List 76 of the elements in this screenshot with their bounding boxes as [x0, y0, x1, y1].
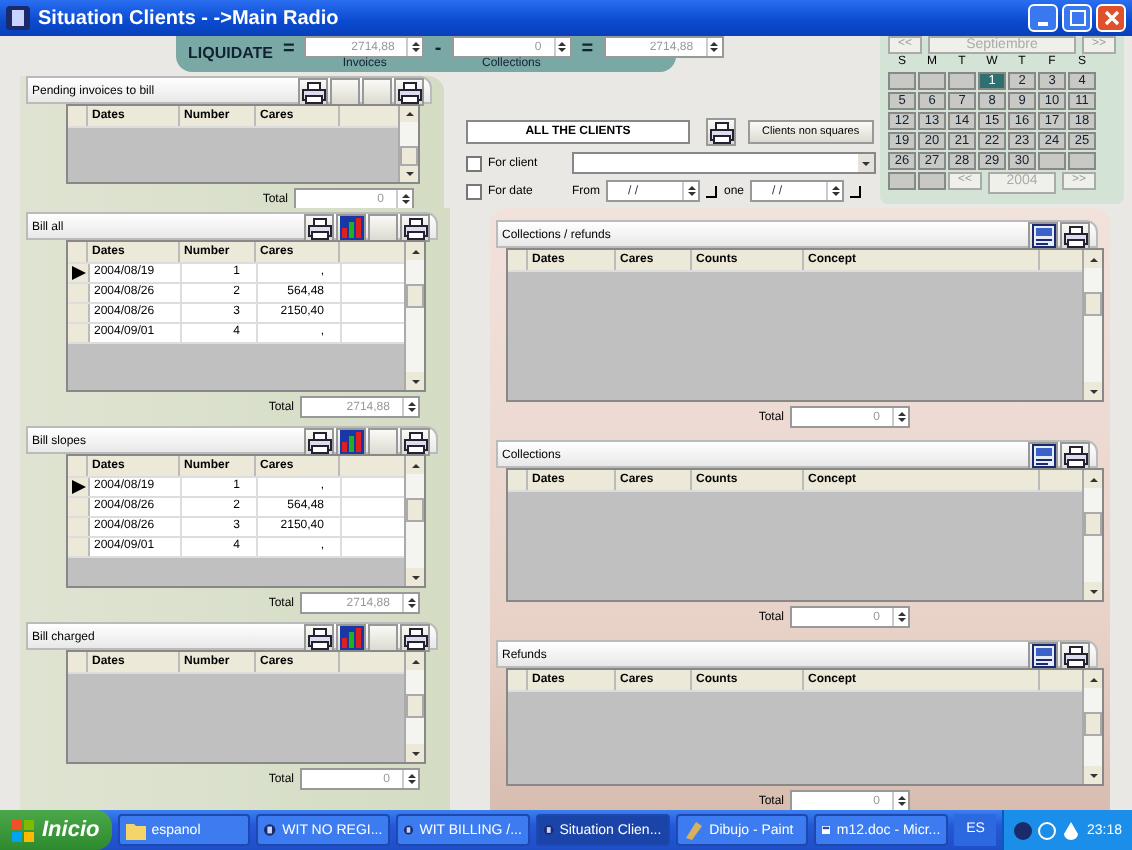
app-icon: [404, 820, 414, 840]
printer-icon: [307, 431, 331, 453]
print-button[interactable]: [304, 624, 334, 652]
scrollbar[interactable]: [1082, 470, 1102, 600]
scrollbar[interactable]: [404, 456, 424, 586]
printer-icon: [307, 217, 331, 239]
print-button[interactable]: [304, 214, 334, 242]
paint-icon: [683, 820, 704, 840]
print-button[interactable]: [394, 78, 424, 106]
export-button[interactable]: [1028, 222, 1058, 250]
document-icon: [822, 820, 831, 840]
printer-icon: [403, 217, 427, 239]
spinner[interactable]: [553, 38, 570, 56]
app-icon: [264, 820, 277, 840]
print-button[interactable]: [298, 78, 328, 106]
print-button[interactable]: [1060, 442, 1090, 470]
drop-icon[interactable]: [1062, 821, 1081, 839]
scrollbar[interactable]: [398, 106, 418, 182]
printer-icon: [403, 627, 427, 649]
close-icon: [1103, 10, 1119, 26]
spinner[interactable]: [402, 594, 418, 612]
document-icon: [1031, 444, 1055, 468]
printer-icon: [709, 121, 733, 143]
spinner[interactable]: [402, 398, 418, 416]
scrollbar[interactable]: [1082, 670, 1102, 784]
spinner[interactable]: [406, 38, 423, 56]
spinner[interactable]: [892, 608, 908, 626]
print-button[interactable]: [1060, 222, 1090, 250]
bar-chart-icon: [339, 216, 363, 240]
export-button[interactable]: [1028, 642, 1058, 670]
folder-icon: [125, 821, 146, 839]
scrollbar[interactable]: [404, 652, 424, 762]
bracket-icon: [706, 185, 718, 197]
close-button[interactable]: [1096, 4, 1126, 32]
printer-icon: [403, 431, 427, 453]
document-icon: [1031, 644, 1055, 668]
print-button[interactable]: [304, 428, 334, 456]
operator: =: [581, 38, 594, 60]
bracket-icon: [850, 185, 863, 197]
maximize-button[interactable]: [1062, 4, 1092, 32]
chart-button[interactable]: [336, 428, 366, 456]
liquidate-label: LIQUIDATE: [188, 44, 274, 62]
print-button[interactable]: [706, 118, 736, 146]
scrollbar[interactable]: [1082, 250, 1102, 400]
document-icon: [1031, 224, 1055, 248]
operator: -: [434, 38, 442, 60]
app-icon: [6, 6, 30, 30]
spinner[interactable]: [682, 182, 698, 200]
printer-icon: [301, 81, 325, 103]
printer-icon: [397, 81, 421, 103]
printer-icon: [307, 627, 331, 649]
bar-chart-icon: [339, 430, 363, 454]
print-button[interactable]: [400, 624, 430, 652]
print-button[interactable]: [400, 428, 430, 456]
chart-button[interactable]: [336, 214, 366, 242]
operator: =: [283, 38, 295, 60]
spinner[interactable]: [892, 408, 908, 426]
spinner[interactable]: [705, 38, 722, 56]
printer-icon: [1063, 445, 1087, 467]
windows-logo-icon: [12, 819, 34, 841]
app-icon[interactable]: [1014, 821, 1033, 839]
printer-icon: [1063, 645, 1087, 667]
app-icon: [543, 820, 554, 840]
start-button[interactable]: Inicio: [0, 810, 112, 850]
export-button[interactable]: [1028, 442, 1058, 470]
spinner[interactable]: [826, 182, 843, 200]
scrollbar[interactable]: [404, 242, 424, 390]
bar-chart-icon: [339, 626, 363, 650]
chart-button[interactable]: [336, 624, 366, 652]
print-button[interactable]: [1060, 642, 1090, 670]
window-title: Situation Clients - ->Main Radio: [38, 7, 341, 29]
print-button[interactable]: [400, 214, 430, 242]
minimize-button[interactable]: [1028, 4, 1058, 32]
printer-icon: [1063, 225, 1087, 247]
maximize-icon: [1069, 10, 1085, 26]
spinner[interactable]: [402, 770, 418, 788]
